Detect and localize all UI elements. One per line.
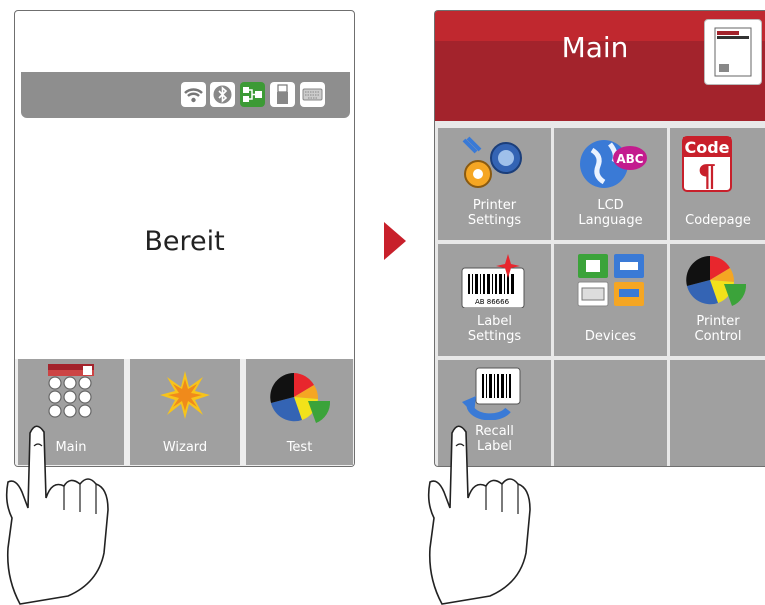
ready-screen: Bereit Main Wizard Test <box>14 10 355 467</box>
page-title: Main <box>561 31 629 64</box>
svg-text:Code: Code <box>684 138 729 157</box>
network-icon <box>240 82 265 107</box>
keyboard-icon <box>300 82 325 107</box>
lcd-language-label: LCD Language <box>578 198 643 228</box>
main-menu-screen: Main Printer Settings ABC LCD Language C… <box>434 10 765 467</box>
svg-text:AB 86666: AB 86666 <box>475 298 510 306</box>
status-bar <box>21 72 350 118</box>
arrow-right-icon <box>384 222 406 260</box>
label-settings-label: Label Settings <box>467 314 522 344</box>
printer-control-tile[interactable]: Printer Control <box>670 244 765 356</box>
svg-text:¶: ¶ <box>697 159 716 192</box>
barcode-label-icon: AB 86666 <box>461 254 525 308</box>
code-page-icon: Code ¶ <box>682 136 732 192</box>
recall-barcode-icon <box>462 367 521 420</box>
svg-text:ABC: ABC <box>616 152 643 166</box>
pointing-hand-icon <box>5 425 109 605</box>
globe-abc-icon: ABC <box>580 140 647 188</box>
gears-icon <box>462 136 522 188</box>
bluetooth-icon <box>210 82 235 107</box>
wifi-icon <box>181 82 206 107</box>
main-header: Main <box>435 11 765 121</box>
test-pie-icon <box>270 373 331 423</box>
usb-icon <box>270 82 295 107</box>
codepage-tile[interactable]: Code ¶ Codepage <box>670 128 765 240</box>
pie-control-icon <box>686 256 747 306</box>
printer-settings-tile[interactable]: Printer Settings <box>438 128 551 240</box>
test-button-label: Test <box>286 440 313 455</box>
label-settings-tile[interactable]: AB 86666 Label Settings <box>438 244 551 356</box>
printer-control-label: Printer Control <box>694 314 742 344</box>
main-grid-icon <box>48 364 94 418</box>
empty-tile <box>554 360 667 466</box>
pointing-hand-icon <box>427 425 531 605</box>
status-text: Bereit <box>144 226 225 257</box>
printer-settings-label: Printer Settings <box>467 198 522 228</box>
codepage-label: Codepage <box>685 213 751 228</box>
printer-status-icon[interactable] <box>704 19 762 85</box>
empty-tile <box>670 360 765 466</box>
wizard-button-label: Wizard <box>162 440 208 455</box>
wizard-burst-icon <box>160 371 210 419</box>
wizard-button[interactable]: Wizard <box>130 359 240 465</box>
test-button[interactable]: Test <box>246 359 353 465</box>
devices-tile[interactable]: Devices <box>554 244 667 356</box>
lcd-language-tile[interactable]: ABC LCD Language <box>554 128 667 240</box>
devices-icon <box>577 254 644 307</box>
devices-label: Devices <box>584 329 637 344</box>
